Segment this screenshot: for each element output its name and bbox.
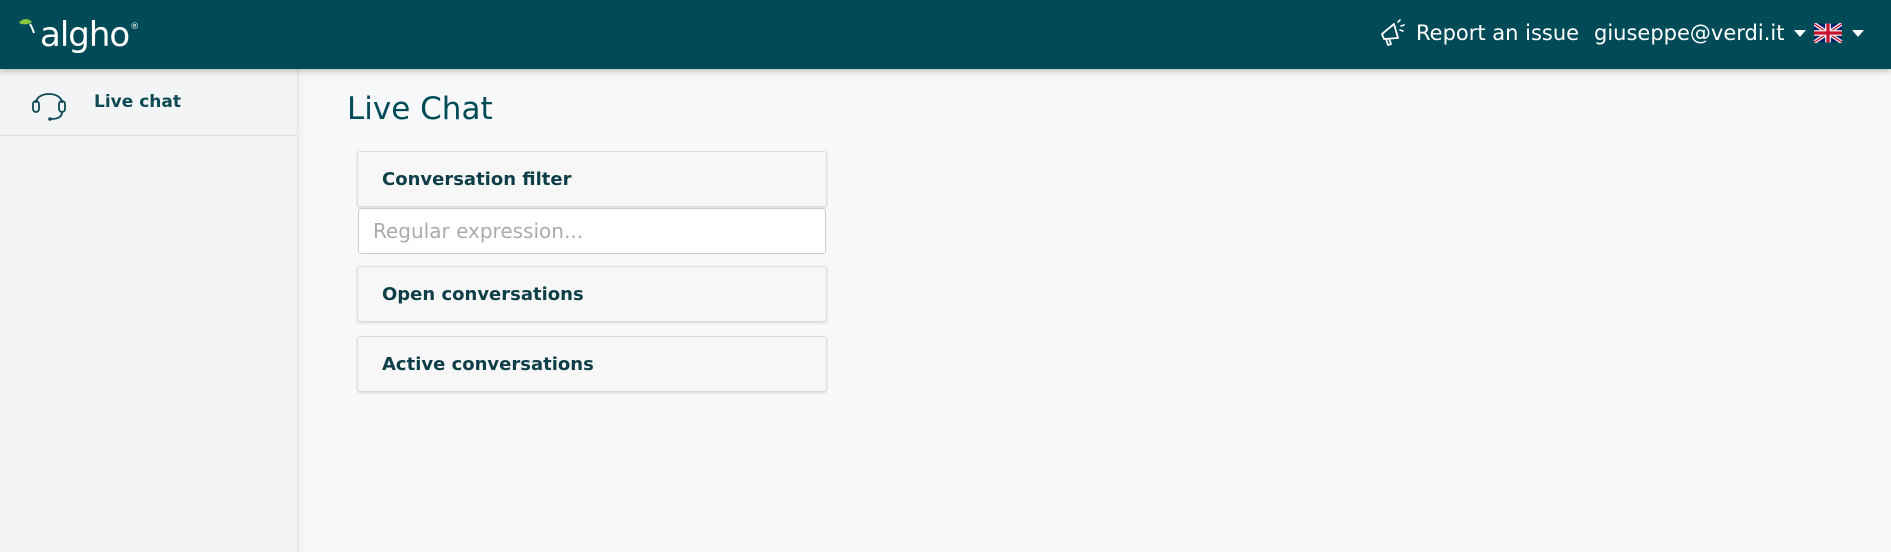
top-bar: algho ® Report an issue giuseppe@verdi.i… <box>0 0 1891 69</box>
logo-registered-mark: ® <box>130 22 140 32</box>
chevron-down-icon <box>1794 29 1807 37</box>
report-issue-link[interactable]: Report an issue <box>1378 17 1579 49</box>
page-title: Live Chat <box>347 91 493 127</box>
user-email: giuseppe@verdi.it <box>1594 21 1785 45</box>
megaphone-icon <box>1381 19 1405 46</box>
panel-title: Open conversations <box>382 283 584 305</box>
main-content: Live Chat Conversation filter Open conve… <box>298 69 1891 552</box>
leaf-icon <box>19 19 35 34</box>
conversation-filter-header[interactable]: Conversation filter <box>357 151 827 207</box>
algho-logo[interactable]: algho ® <box>16 10 139 54</box>
sidebar: Live chat <box>0 69 298 552</box>
sidebar-item-live-chat[interactable]: Live chat <box>0 69 297 136</box>
panel-title: Active conversations <box>382 353 594 375</box>
sidebar-item-label: Live chat <box>94 92 181 112</box>
active-conversations-header[interactable]: Active conversations <box>357 336 827 392</box>
chevron-down-icon <box>1852 29 1864 37</box>
report-issue-label: Report an issue <box>1416 21 1580 45</box>
headset-icon <box>32 93 66 121</box>
open-conversations-header[interactable]: Open conversations <box>357 266 827 322</box>
uk-flag-icon <box>1814 23 1842 43</box>
language-selector[interactable] <box>1814 22 1864 44</box>
panel-title: Conversation filter <box>382 168 572 190</box>
logo-text: algho <box>40 15 130 55</box>
user-menu[interactable]: giuseppe@verdi.it <box>1594 17 1807 49</box>
regex-filter-input[interactable] <box>358 208 826 254</box>
